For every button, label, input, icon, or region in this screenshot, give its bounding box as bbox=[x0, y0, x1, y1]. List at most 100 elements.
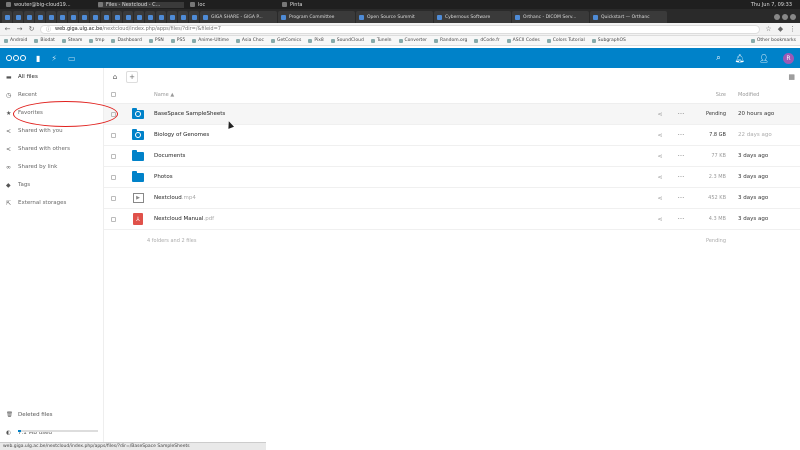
bookmark-item[interactable]: SoundCloud bbox=[330, 38, 364, 43]
browser-tab[interactable]: Program Committee bbox=[278, 11, 355, 23]
sidebar-item-shared-with-you[interactable]: < Shared with you bbox=[0, 122, 103, 140]
pinned-tab[interactable] bbox=[101, 11, 111, 23]
table-row[interactable]: ⅄ Nextcloud Manual.pdf ⋖ ··· 4.3 MB 3 days ag… bbox=[104, 209, 800, 230]
bookmark-star-icon[interactable]: ☆ bbox=[765, 25, 772, 33]
pinned-tab[interactable] bbox=[35, 11, 45, 23]
menu-icon[interactable]: ⋮ bbox=[789, 25, 796, 33]
pinned-tab[interactable] bbox=[2, 11, 12, 23]
table-row[interactable]: BaseSpace SampleSheets ⋖ ··· Pending 20 hour… bbox=[104, 104, 800, 125]
pinned-tab[interactable] bbox=[134, 11, 144, 23]
pinned-tab[interactable] bbox=[13, 11, 23, 23]
extension-icon[interactable]: ◆ bbox=[777, 25, 784, 33]
activity-app-icon[interactable]: ⚡ bbox=[51, 54, 57, 63]
more-actions-icon[interactable]: ··· bbox=[672, 173, 690, 181]
bookmark-item[interactable]: Converter bbox=[398, 38, 427, 43]
table-row[interactable]: ▶ Nextcloud.mp4 ⋖ ··· 452 KB 3 days ago bbox=[104, 188, 800, 209]
pinned-tab[interactable] bbox=[79, 11, 89, 23]
row-checkbox[interactable] bbox=[104, 216, 129, 222]
bookmark-item[interactable]: tmp bbox=[89, 38, 104, 43]
reload-icon[interactable]: ↻ bbox=[28, 25, 35, 33]
file-name[interactable]: Nextcloud Manual.pdf bbox=[154, 216, 648, 222]
file-name[interactable]: BaseSpace SampleSheets bbox=[154, 111, 648, 117]
row-checkbox[interactable] bbox=[104, 132, 129, 138]
close-icon[interactable] bbox=[790, 14, 796, 20]
info-icon[interactable]: ⓘ bbox=[46, 26, 51, 33]
bookmark-item[interactable]: SubgraphOS bbox=[591, 38, 626, 43]
browser-tab[interactable]: Cybernous Software bbox=[434, 11, 511, 23]
bookmark-item[interactable]: Biodat bbox=[34, 38, 55, 43]
sidebar-item-shared-by-link[interactable]: ∞ Shared by link bbox=[0, 158, 103, 176]
bookmark-item[interactable]: TuneIn bbox=[370, 38, 392, 43]
sidebar-item-favorites[interactable]: ★ Favorites bbox=[0, 104, 103, 122]
maximize-icon[interactable] bbox=[782, 14, 788, 20]
browser-tab[interactable]: Quickstart — Orthanc bbox=[590, 11, 667, 23]
other-bookmarks[interactable]: Other bookmarks bbox=[750, 38, 796, 43]
nextcloud-logo[interactable] bbox=[6, 55, 26, 61]
forward-icon[interactable]: → bbox=[16, 25, 23, 33]
share-icon[interactable]: ⋖ bbox=[648, 195, 672, 202]
browser-tab[interactable]: GIGA SHARE - GIGA P... bbox=[200, 11, 277, 23]
bookmark-item[interactable]: Steam bbox=[61, 38, 82, 43]
size-column-header[interactable]: Size bbox=[690, 92, 730, 98]
pinned-tab[interactable] bbox=[68, 11, 78, 23]
home-breadcrumb-icon[interactable]: ⌂ bbox=[110, 73, 120, 81]
bookmark-item[interactable]: PSN bbox=[148, 38, 164, 43]
search-icon[interactable]: ⌕ bbox=[716, 53, 720, 63]
sidebar-item-all-files[interactable]: ▬ All files bbox=[0, 68, 103, 86]
sidebar-item-shared-with-others[interactable]: < Shared with others bbox=[0, 140, 103, 158]
row-checkbox[interactable] bbox=[104, 195, 129, 201]
browser-tab[interactable]: Open Source Summit bbox=[356, 11, 433, 23]
share-icon[interactable]: ⋖ bbox=[648, 153, 672, 160]
pinned-tab[interactable] bbox=[46, 11, 56, 23]
url-bar[interactable]: ⓘ web.giga.ulg.ac.be/nextcloud/index.php… bbox=[40, 24, 760, 34]
contacts-icon[interactable]: 👤︎ bbox=[759, 54, 769, 63]
taskbar-window-terminal[interactable]: wouter@big-cloud19... bbox=[6, 2, 92, 8]
sidebar-item-external-storages[interactable]: ⇱ External storages bbox=[0, 194, 103, 212]
files-app-icon[interactable]: ▮ bbox=[36, 54, 40, 63]
share-icon[interactable]: ⋖ bbox=[648, 216, 672, 223]
pinned-tab[interactable] bbox=[57, 11, 67, 23]
grid-view-icon[interactable]: ▦ bbox=[788, 73, 795, 81]
name-column-header[interactable]: Name ▲ bbox=[154, 92, 648, 98]
bookmark-item[interactable]: Dashboard bbox=[111, 38, 142, 43]
file-name[interactable]: Biology of Genomes bbox=[154, 132, 648, 138]
modified-column-header[interactable]: Modified bbox=[730, 92, 800, 98]
new-button[interactable]: + bbox=[126, 71, 138, 83]
bookmark-item[interactable]: GetComics bbox=[271, 38, 301, 43]
pinned-tab[interactable] bbox=[178, 11, 188, 23]
pinned-tab[interactable] bbox=[123, 11, 133, 23]
pinned-tab[interactable] bbox=[90, 11, 100, 23]
minimize-icon[interactable] bbox=[774, 14, 780, 20]
avatar[interactable]: R bbox=[783, 52, 794, 64]
bookmark-item[interactable]: Asia Choc bbox=[235, 38, 264, 43]
pinned-tab[interactable] bbox=[167, 11, 177, 23]
taskbar-window-loc[interactable]: loc bbox=[190, 2, 276, 8]
gallery-app-icon[interactable]: ▭ bbox=[68, 54, 76, 63]
share-icon[interactable]: ⋖ bbox=[648, 111, 672, 118]
bookmark-item[interactable]: Colors Tutorial bbox=[546, 38, 585, 43]
table-row[interactable]: Photos ⋖ ··· 2.3 MB 3 days ago bbox=[104, 167, 800, 188]
sidebar-item-recent[interactable]: ◷ Recent bbox=[0, 86, 103, 104]
row-checkbox[interactable] bbox=[104, 111, 129, 117]
bookmark-item[interactable]: Random.org bbox=[433, 38, 467, 43]
row-checkbox[interactable] bbox=[104, 174, 129, 180]
share-icon[interactable]: ⋖ bbox=[648, 174, 672, 181]
file-name[interactable]: Photos bbox=[154, 174, 648, 180]
bookmark-item[interactable]: Pix8 bbox=[308, 38, 324, 43]
more-actions-icon[interactable]: ··· bbox=[672, 194, 690, 202]
pinned-tab[interactable] bbox=[145, 11, 155, 23]
select-all-checkbox[interactable] bbox=[104, 92, 129, 97]
file-name[interactable]: Nextcloud.mp4 bbox=[154, 195, 648, 201]
table-row[interactable]: Documents ⋖ ··· 77 KB 3 days ago bbox=[104, 146, 800, 167]
sidebar-item-deleted-files[interactable]: 🗑︎ Deleted files bbox=[0, 406, 104, 424]
row-checkbox[interactable] bbox=[104, 153, 129, 159]
pinned-tab[interactable] bbox=[156, 11, 166, 23]
taskbar-window-pinta[interactable]: Pinta bbox=[282, 2, 368, 8]
more-actions-icon[interactable]: ··· bbox=[672, 215, 690, 223]
pinned-tab[interactable] bbox=[189, 11, 199, 23]
pinned-tab[interactable] bbox=[24, 11, 34, 23]
share-icon[interactable]: ⋖ bbox=[648, 132, 672, 139]
sidebar-item-tags[interactable]: ◆ Tags bbox=[0, 176, 103, 194]
bookmark-item[interactable]: Android bbox=[4, 38, 27, 43]
more-actions-icon[interactable]: ··· bbox=[672, 110, 690, 118]
